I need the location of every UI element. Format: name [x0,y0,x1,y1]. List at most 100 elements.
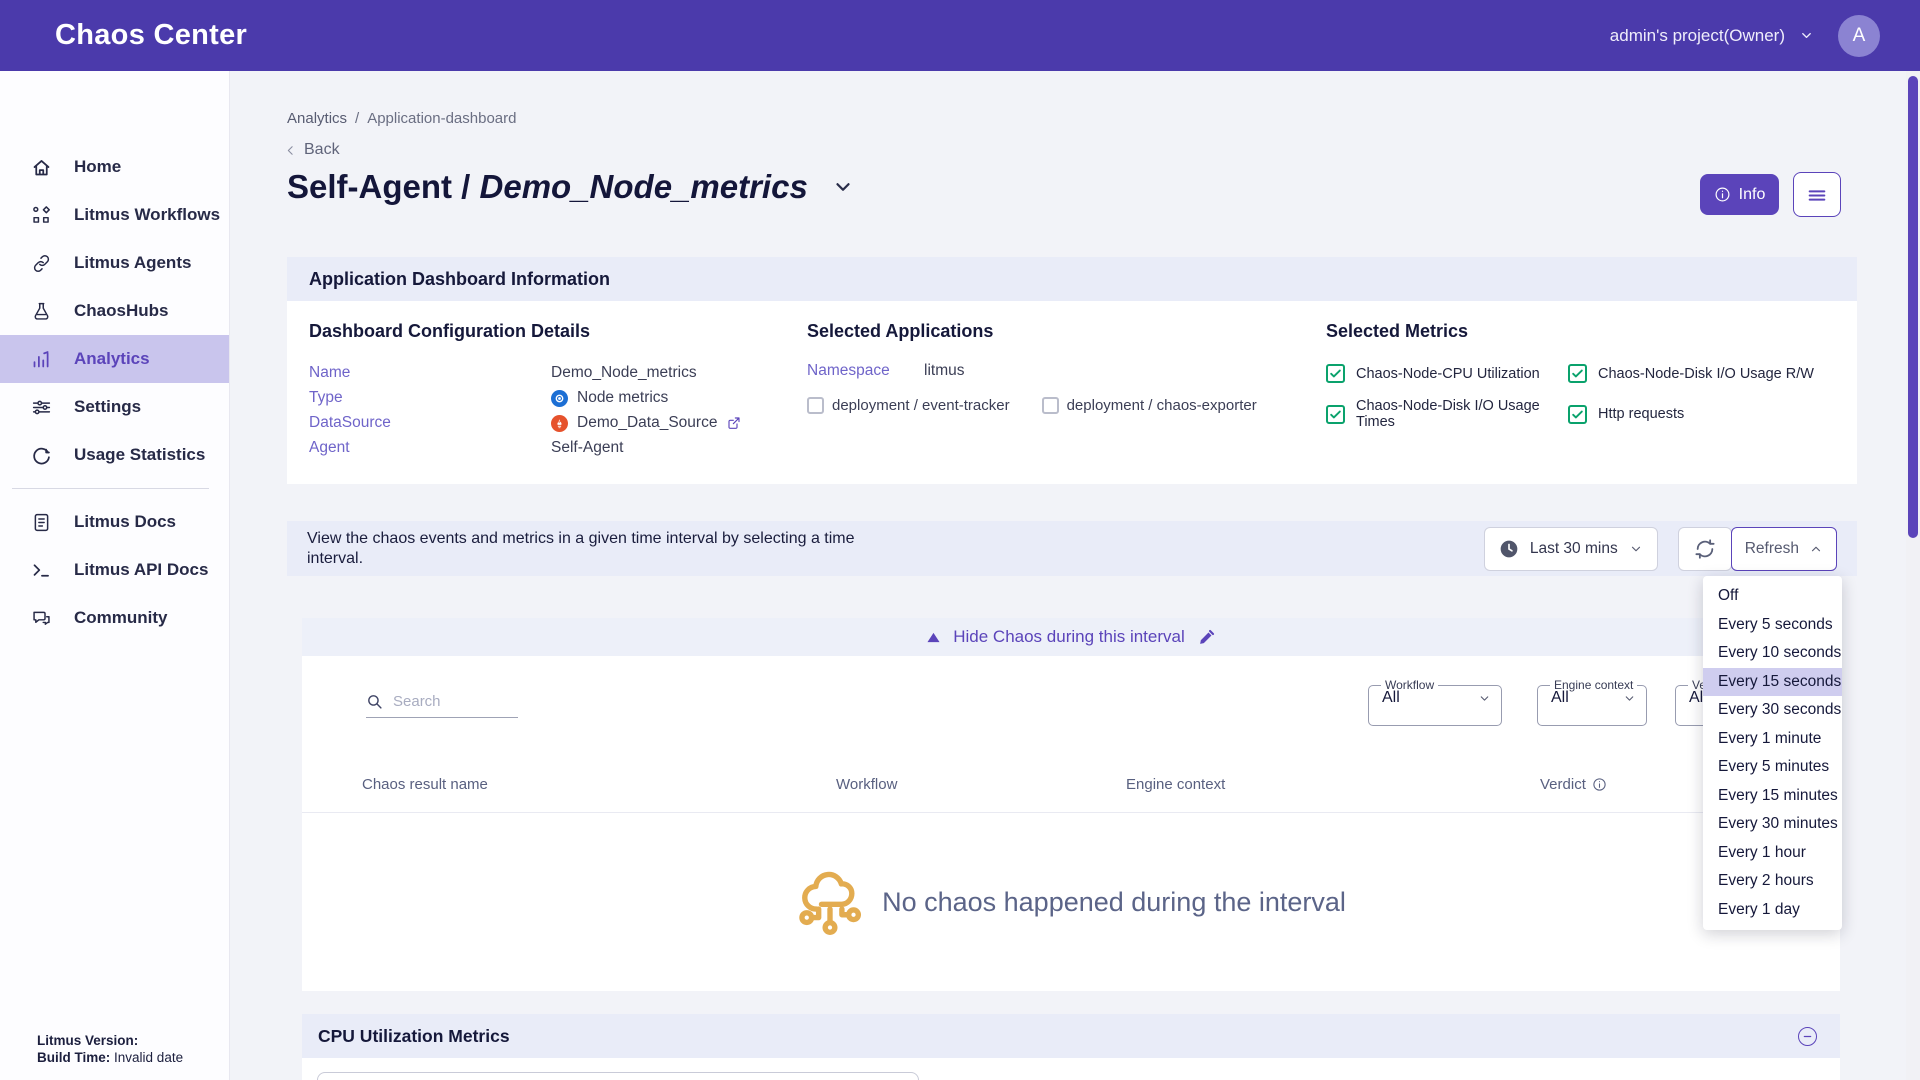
info-button[interactable]: Info [1700,174,1779,215]
back-button[interactable]: Back [284,141,340,159]
build-time-label: Build Time: [37,1050,110,1065]
application-checkboxes: deployment / event-tracker deployment / … [807,397,1326,414]
menu-item-every-5-minutes[interactable]: Every 5 minutes [1703,753,1842,782]
sidebar-item-litmus-docs[interactable]: Litmus Docs [0,498,229,546]
info-icon[interactable] [1592,777,1607,792]
info-button-label: Info [1739,186,1766,204]
checkbox-checked[interactable] [1326,364,1345,383]
sidebar-item-settings[interactable]: Settings [0,383,229,431]
selected-metrics-column: Selected Metrics Chaos-Node-CPU Utilizat… [1326,321,1857,457]
sidebar-item-chaoshubs[interactable]: ChaosHubs [0,287,229,335]
scrollbar-thumb[interactable] [1908,76,1918,538]
project-selector[interactable]: admin's project(Owner) [1610,26,1814,46]
search-input[interactable] [391,692,503,711]
chaos-collapse-bar[interactable]: Hide Chaos during this interval [302,618,1840,656]
chevron-down-icon [1478,692,1491,705]
menu-item-every-30-minutes[interactable]: Every 30 minutes [1703,810,1842,839]
refresh-interval-button[interactable]: Refresh [1731,527,1837,571]
hamburger-icon [1806,184,1828,206]
topbar-right: admin's project(Owner) A [1610,15,1880,57]
metric-label: Chaos-Node-Disk I/O Usage R/W [1598,366,1814,382]
column-chaos-result-name: Chaos result name [362,776,488,793]
menu-item-every-1-day[interactable]: Every 1 day [1703,896,1842,925]
pencil-icon[interactable] [1198,629,1215,646]
menu-item-off[interactable]: Off [1703,582,1842,611]
breadcrumb-analytics[interactable]: Analytics [287,110,347,127]
menu-item-every-15-seconds[interactable]: Every 15 seconds [1703,668,1842,697]
sidebar-item-usage-statistics[interactable]: Usage Statistics [0,431,229,479]
metric-label: Chaos-Node-Disk I/O Usage Times [1356,398,1568,430]
menu-item-every-1-hour[interactable]: Every 1 hour [1703,839,1842,868]
scrollbar-track[interactable] [1906,71,1920,1080]
selected-applications-title: Selected Applications [807,321,1326,342]
checkbox-checked[interactable] [1568,364,1587,383]
refresh-control: Refresh [1678,527,1837,571]
metrics-checkboxes: Chaos-Node-CPU Utilization Chaos-Node-Di… [1326,364,1857,430]
search-box [366,692,518,718]
sidebar-item-litmus-agents[interactable]: Litmus Agents [0,239,229,287]
refresh-label: Refresh [1745,540,1799,558]
refresh-icon [1694,538,1716,560]
version-label: Litmus Version: [37,1033,138,1048]
column-engine-context: Engine context [1126,776,1225,793]
menu-item-every-1-minute[interactable]: Every 1 minute [1703,725,1842,754]
node-metrics-icon [551,390,568,407]
namespace-row: Namespace litmus [807,362,1326,380]
collapse-section-button[interactable] [1798,1027,1817,1046]
chevron-down-icon [1623,692,1636,705]
avatar[interactable]: A [1838,15,1880,57]
sidebar-item-community[interactable]: Community [0,594,229,642]
sidebar-item-litmus-api-docs[interactable]: Litmus API Docs [0,546,229,594]
sidebar-item-analytics[interactable]: Analytics [0,335,229,383]
chat-icon [31,608,52,629]
menu-item-every-2-hours[interactable]: Every 2 hours [1703,867,1842,896]
checkbox-checked[interactable] [1568,405,1587,424]
title-chevron-down-icon[interactable] [832,176,854,198]
column-verdict: Verdict [1540,776,1607,793]
chevron-up-icon [1809,542,1823,556]
empty-message: No chaos happened during the interval [882,887,1346,918]
breadcrumb-application-dashboard[interactable]: Application-dashboard [367,110,516,127]
sidebar-item-label: Analytics [74,349,150,369]
chaos-center-app: Chaos Center admin's project(Owner) A Ho… [0,0,1920,1080]
menu-item-every-5-seconds[interactable]: Every 5 seconds [1703,611,1842,640]
dashboard-name: Demo_Node_metrics [480,168,808,205]
info-icon [1714,186,1731,203]
breadcrumb-separator: / [355,110,359,127]
workflow-filter-value: All [1382,689,1400,707]
config-label: Name [309,364,551,382]
chevron-left-icon [284,144,297,157]
config-rows: Name Demo_Node_metrics Type Node metrics… [309,364,807,457]
usage-icon [31,445,52,466]
sidebar-item-label: ChaosHubs [74,301,168,321]
dashboard-info-header: Application Dashboard Information [287,257,1857,301]
chaos-table-card: Hide Chaos during this interval Workflow… [302,618,1840,991]
engine-context-filter[interactable]: Engine context All [1537,680,1647,726]
external-link-icon[interactable] [726,415,742,431]
analytics-icon [31,349,52,370]
menu-item-every-10-seconds[interactable]: Every 10 seconds [1703,639,1842,668]
metric-item: Chaos-Node-CPU Utilization [1326,364,1568,383]
menu-item-every-15-minutes[interactable]: Every 15 minutes [1703,782,1842,811]
workflow-filter[interactable]: Workflow All [1368,680,1502,726]
refresh-interval-menu: Off Every 5 seconds Every 10 seconds Eve… [1703,576,1842,930]
refresh-now-button[interactable] [1678,527,1732,571]
checkbox-chaos-exporter[interactable] [1042,397,1059,414]
chevron-down-icon [1629,542,1643,556]
checkbox-checked[interactable] [1326,405,1345,424]
sidebar-item-label: Litmus API Docs [74,560,208,580]
time-range-button[interactable]: Last 30 mins [1484,527,1658,571]
cpu-metrics-body [302,1058,1840,1080]
dashboard-menu-button[interactable] [1793,172,1841,217]
checkbox-event-tracker[interactable] [807,397,824,414]
sidebar-item-home[interactable]: Home [0,143,229,191]
workflows-icon [31,205,52,226]
cpu-metrics-card: CPU Utilization Metrics [302,1014,1840,1080]
terminal-icon [31,560,52,581]
sidebar-nav: Home Litmus Workflows Litmus Agents Chao… [0,143,229,479]
config-label: DataSource [309,414,551,432]
menu-item-every-30-seconds[interactable]: Every 30 seconds [1703,696,1842,725]
sidebar-item-litmus-workflows[interactable]: Litmus Workflows [0,191,229,239]
cpu-chart-container [317,1072,919,1080]
checkbox-label: deployment / chaos-exporter [1067,397,1257,414]
